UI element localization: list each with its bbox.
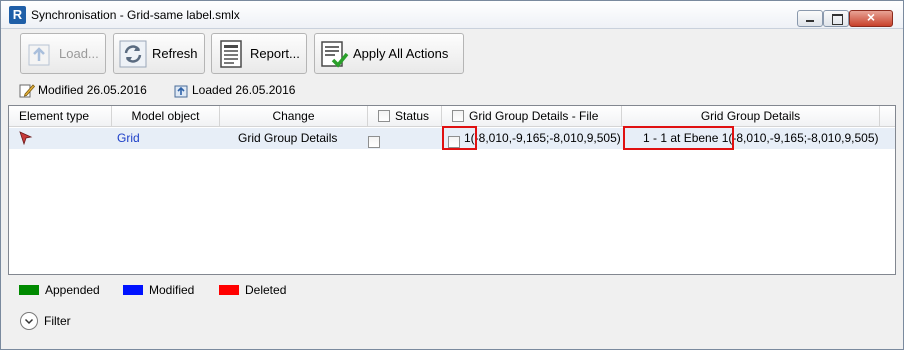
header-grid-group-file[interactable]: Grid Group Details - File	[442, 106, 622, 127]
apply-all-actions-label: Apply All Actions	[353, 46, 449, 61]
filter-label: Filter	[44, 314, 71, 328]
modified-date-text: Modified 26.05.2016	[38, 83, 147, 97]
deleted-swatch	[219, 285, 239, 295]
report-button[interactable]: Report...	[211, 33, 307, 74]
highlight-details-label	[623, 126, 734, 150]
load-button[interactable]: Load...	[20, 33, 106, 74]
appended-label: Appended	[45, 283, 100, 297]
header-grid-group-file-label: Grid Group Details - File	[469, 109, 599, 123]
legend-appended: Appended	[19, 283, 100, 297]
file-select-all-checkbox[interactable]	[452, 110, 464, 122]
modified-label: Modified	[149, 283, 195, 297]
pencil-edit-icon	[19, 84, 35, 98]
change-cell: Grid Group Details	[238, 131, 338, 145]
close-button[interactable]: ×	[849, 9, 893, 27]
refresh-label: Refresh	[152, 46, 198, 61]
header-model-object[interactable]: Model object	[112, 106, 220, 127]
refresh-button[interactable]: Refresh	[113, 33, 205, 74]
load-label: Load...	[59, 46, 99, 61]
synchronisation-window: R Synchronisation - Grid-same label.smlx…	[0, 0, 904, 350]
refresh-icon	[119, 40, 147, 67]
header-element-type[interactable]: Element type	[9, 106, 112, 127]
window-title: Synchronisation - Grid-same label.smlx	[31, 8, 240, 22]
loaded-file-icon	[174, 85, 188, 98]
apply-all-actions-button[interactable]: Apply All Actions	[314, 33, 464, 74]
report-label: Report...	[250, 46, 300, 61]
header-model-object-label: Model object	[131, 109, 200, 123]
legend-deleted: Deleted	[219, 283, 286, 297]
sync-data-grid[interactable]: Element type Model object Change Status …	[8, 105, 896, 275]
modified-swatch	[123, 285, 143, 295]
title-bar[interactable]: R Synchronisation - Grid-same label.smlx…	[1, 1, 903, 29]
minimize-button[interactable]	[797, 10, 823, 27]
header-grid-group-details-label: Grid Group Details	[700, 109, 801, 123]
header-change-label: Change	[272, 109, 315, 123]
revit-app-icon: R	[9, 6, 26, 24]
grid-element-icon	[19, 131, 33, 146]
report-icon	[220, 39, 242, 68]
chevron-down-icon[interactable]	[20, 312, 38, 330]
maximize-button[interactable]	[823, 10, 849, 27]
status-select-all-checkbox[interactable]	[378, 110, 390, 122]
close-icon: ×	[866, 9, 876, 25]
header-status[interactable]: Status	[368, 106, 442, 127]
loaded-status: Loaded 26.05.2016	[173, 82, 295, 98]
appended-swatch	[19, 285, 39, 295]
grid-element-type-icon	[19, 131, 33, 152]
header-status-label: Status	[395, 109, 430, 123]
deleted-label: Deleted	[245, 283, 287, 297]
apply-checklist-icon	[321, 40, 349, 68]
grid-header-row: Element type Model object Change Status …	[9, 106, 895, 127]
modified-status: Modified 26.05.2016	[19, 82, 147, 98]
model-object-link[interactable]: Grid	[117, 128, 140, 149]
highlight-file-checkbox	[442, 126, 477, 150]
legend-modified: Modified	[123, 283, 194, 297]
status-checkbox[interactable]	[368, 132, 380, 153]
filter-toggle[interactable]: Filter	[20, 312, 71, 330]
load-icon	[28, 44, 50, 65]
header-grid-group-details[interactable]: Grid Group Details	[622, 106, 880, 127]
loaded-date-text: Loaded 26.05.2016	[192, 83, 296, 97]
header-change[interactable]: Change	[220, 106, 368, 127]
header-element-type-label: Element type	[19, 109, 90, 123]
file-value-cell: 1(-8,010,-9,165;-8,010,9,505)	[464, 131, 621, 145]
